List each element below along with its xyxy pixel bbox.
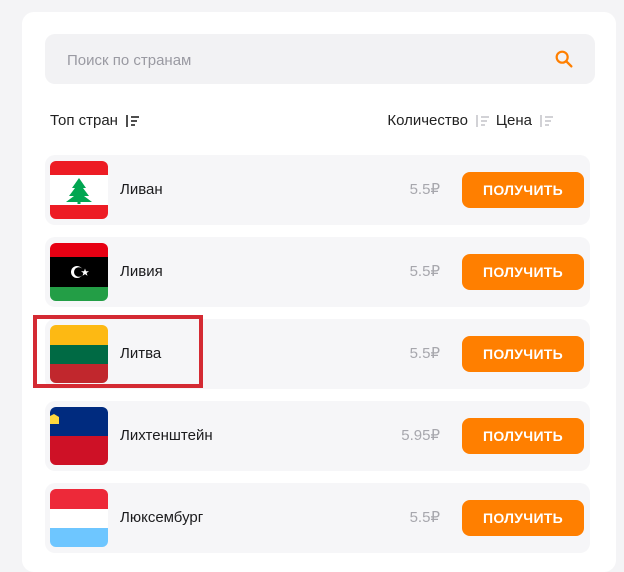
lebanon-flag-icon (50, 161, 108, 219)
list-item: Ливия 5.5₽ ПОЛУЧИТЬ (45, 237, 590, 307)
get-button[interactable]: ПОЛУЧИТЬ (462, 418, 584, 454)
get-button[interactable]: ПОЛУЧИТЬ (462, 336, 584, 372)
country-price: 5.5₽ (409, 263, 440, 280)
luxembourg-flag-icon (50, 489, 108, 547)
libya-flag-icon (50, 243, 108, 301)
country-name: Лихтенштейн (120, 427, 213, 444)
price-header[interactable]: Цена (496, 112, 532, 129)
quantity-header[interactable]: Количество (387, 112, 468, 129)
top-countries-label: Топ стран (50, 112, 118, 129)
country-price: 5.5₽ (409, 509, 440, 526)
country-price: 5.95₽ (401, 427, 440, 444)
country-price: 5.5₽ (409, 181, 440, 198)
quantity-sort-icon[interactable] (474, 114, 490, 128)
country-price: 5.5₽ (409, 345, 440, 362)
search-icon[interactable] (553, 48, 575, 70)
get-button[interactable]: ПОЛУЧИТЬ (462, 254, 584, 290)
selection-highlight (33, 315, 203, 388)
column-headers: Количество Цена (387, 112, 554, 129)
country-name: Ливан (120, 181, 163, 198)
price-sort-icon[interactable] (538, 114, 554, 128)
country-name: Ливия (120, 263, 163, 280)
list-item: Ливан 5.5₽ ПОЛУЧИТЬ (45, 155, 590, 225)
list-item: Люксембург 5.5₽ ПОЛУЧИТЬ (45, 483, 590, 553)
list-item: Лихтенштейн 5.95₽ ПОЛУЧИТЬ (45, 401, 590, 471)
liechtenstein-flag-icon (50, 407, 108, 465)
get-button[interactable]: ПОЛУЧИТЬ (462, 500, 584, 536)
search-input[interactable] (65, 34, 529, 86)
sort-icon (126, 114, 139, 127)
country-name: Люксембург (120, 509, 204, 526)
top-countries-sort[interactable]: Топ стран (50, 112, 140, 129)
search-bar (45, 34, 595, 86)
get-button[interactable]: ПОЛУЧИТЬ (462, 172, 584, 208)
